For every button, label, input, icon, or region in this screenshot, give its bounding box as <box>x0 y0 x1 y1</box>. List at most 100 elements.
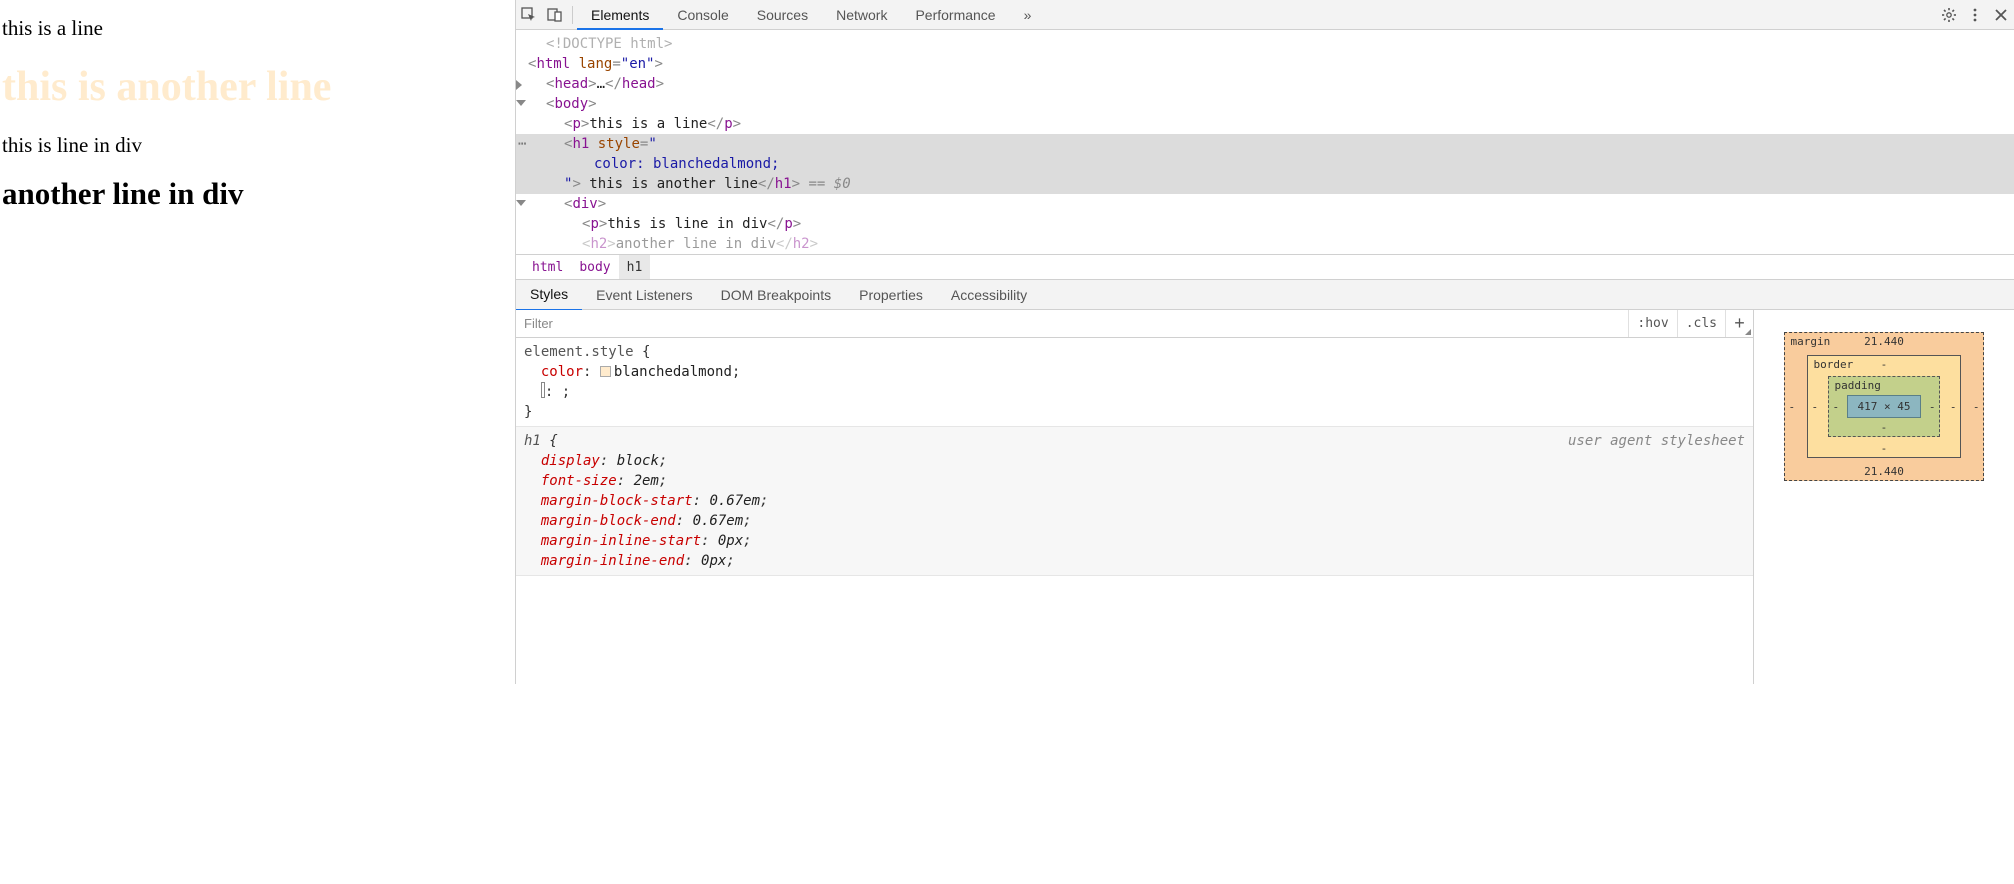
dom-h2-close: h2 <box>793 236 810 252</box>
selection-ellipsis-icon[interactable]: ⋯ <box>518 134 526 154</box>
dom-p2-text: this is line in div <box>607 216 767 232</box>
dom-body-tag: body <box>554 96 588 112</box>
bm-padding-label: padding <box>1835 379 1881 392</box>
dom-p2-row[interactable]: <p>this is line in div</p> <box>528 214 2014 234</box>
tab-console[interactable]: Console <box>663 0 742 30</box>
cls-toggle[interactable]: .cls <box>1677 310 1725 337</box>
dom-div-tag: div <box>572 196 597 212</box>
dom-html-attr: lang <box>579 56 613 72</box>
tab-sources[interactable]: Sources <box>743 0 822 30</box>
dom-p1-text: this is a line <box>589 116 707 132</box>
rule2-selector: h1 <box>524 433 541 449</box>
rule2-val1: 2em <box>634 473 659 489</box>
dom-head-row[interactable]: <head>…</head> <box>528 74 2014 94</box>
dom-p-close: p <box>724 116 732 132</box>
page-h2: another line in div <box>2 176 513 212</box>
box-model-content[interactable]: 417 × 45 <box>1847 395 1922 418</box>
gear-icon[interactable] <box>1936 0 1962 30</box>
dom-p2-close: p <box>784 216 792 232</box>
lower-split: :hov .cls + element.style { color: blanc… <box>516 310 2014 684</box>
dom-h1-text: this is another line <box>581 176 758 192</box>
bm-border-bottom: - <box>1881 442 1888 455</box>
rule1-prop[interactable]: color <box>541 364 583 380</box>
subtab-event-listeners[interactable]: Event Listeners <box>582 280 707 310</box>
rule2-prop4: margin-inline-start <box>541 533 701 549</box>
color-swatch-icon[interactable] <box>600 366 611 377</box>
rendered-page: this is a line this is another line this… <box>0 0 515 684</box>
styles-subtabs: Styles Event Listeners DOM Breakpoints P… <box>516 280 2014 310</box>
dom-h1-row-selected[interactable]: ⋯<h1 style=" <box>516 134 2014 154</box>
rule2-prop0: display <box>541 453 600 469</box>
rule2-prop1: font-size <box>541 473 617 489</box>
dom-p2-tag: p <box>590 216 598 232</box>
devtools-panel: Elements Console Sources Network Perform… <box>515 0 2014 684</box>
dom-h1-attr: style <box>598 136 640 152</box>
subtab-accessibility[interactable]: Accessibility <box>937 280 1041 310</box>
rule-user-agent-h1: user agent stylesheet h1 { display: bloc… <box>516 427 1753 576</box>
tab-elements[interactable]: Elements <box>577 0 663 30</box>
dom-p1-row[interactable]: <p>this is a line</p> <box>528 114 2014 134</box>
dom-h1-style-value: color: blanchedalmond; <box>594 156 779 172</box>
rule1-val[interactable]: blanchedalmond <box>614 364 732 380</box>
dom-h2-row[interactable]: <h2>another line in div</h2> <box>528 234 2014 254</box>
rule2-val0: block <box>617 453 659 469</box>
dom-div-row[interactable]: <div> <box>528 194 2014 214</box>
rule2-prop2: margin-block-start <box>541 493 693 509</box>
dom-head-ellipsis: … <box>597 76 605 92</box>
toolbar-separator <box>572 6 573 24</box>
styles-filterbar: :hov .cls + <box>516 310 1753 338</box>
breadcrumb: html body h1 <box>516 254 2014 280</box>
device-toggle-icon[interactable] <box>542 0 568 30</box>
page-p1: this is a line <box>2 16 513 41</box>
bm-border-top: - <box>1881 358 1888 371</box>
dom-p-tag: p <box>572 116 580 132</box>
close-icon[interactable] <box>1988 0 2014 30</box>
dom-h2-tag: h2 <box>590 236 607 252</box>
crumb-html[interactable]: html <box>524 255 571 279</box>
bm-padding-right: - <box>1929 400 1936 413</box>
dom-h1-tag: h1 <box>572 136 589 152</box>
page-h1: this is another line <box>2 63 513 111</box>
box-model-margin[interactable]: margin 21.440 21.440 - - border - - - - … <box>1784 332 1985 481</box>
subtab-properties[interactable]: Properties <box>845 280 937 310</box>
dom-html-tag: html <box>536 56 570 72</box>
inspect-icon[interactable] <box>516 0 542 30</box>
styles-filter-input[interactable] <box>516 310 1628 337</box>
devtools-toolbar: Elements Console Sources Network Perform… <box>516 0 2014 30</box>
rule1-selector: element.style <box>524 344 634 360</box>
dom-body-row[interactable]: <body> <box>528 94 2014 114</box>
bm-margin-bottom: 21.440 <box>1864 465 1904 478</box>
rule-element-style[interactable]: element.style { color: blanchedalmond; :… <box>516 338 1753 427</box>
bm-margin-top: 21.440 <box>1864 335 1904 348</box>
dom-h1-close: h1 <box>775 176 792 192</box>
bm-border-label: border <box>1814 358 1854 371</box>
dom-head-tag: head <box>554 76 588 92</box>
box-model-pane: margin 21.440 21.440 - - border - - - - … <box>1754 310 2014 684</box>
bm-margin-label: margin <box>1791 335 1831 348</box>
hov-toggle[interactable]: :hov <box>1628 310 1676 337</box>
rule2-val5: 0px <box>701 553 726 569</box>
box-model-padding[interactable]: padding - - - 417 × 45 <box>1828 376 1941 437</box>
tab-network[interactable]: Network <box>822 0 901 30</box>
tab-performance[interactable]: Performance <box>901 0 1009 30</box>
new-style-rule-button[interactable]: + <box>1725 310 1753 337</box>
crumb-h1[interactable]: h1 <box>619 255 651 279</box>
bm-border-left: - <box>1812 400 1819 413</box>
rule2-prop5: margin-inline-end <box>541 553 684 569</box>
dom-h2-text: another line in div <box>616 236 776 252</box>
elements-tree[interactable]: <!DOCTYPE html> <html lang="en"> <head>…… <box>516 30 2014 254</box>
dom-h1-close-row[interactable]: "> this is another line</h1> == $0 <box>516 174 2014 194</box>
crumb-body[interactable]: body <box>571 255 618 279</box>
devtools-tabs: Elements Console Sources Network Perform… <box>577 0 1045 30</box>
rule2-origin: user agent stylesheet <box>1568 431 1745 451</box>
subtab-dom-breakpoints[interactable]: DOM Breakpoints <box>707 280 845 310</box>
rule2-val2: 0.67em <box>709 493 760 509</box>
subtab-styles[interactable]: Styles <box>516 279 582 311</box>
dom-h1-style-line[interactable]: color: blanchedalmond; <box>516 154 2014 174</box>
rule2-val4: 0px <box>718 533 743 549</box>
box-model-border[interactable]: border - - - - padding - - - 417 × 45 <box>1807 355 1962 458</box>
bm-margin-left: - <box>1789 400 1796 413</box>
bm-padding-left: - <box>1833 400 1840 413</box>
tabs-overflow[interactable]: » <box>1010 0 1046 30</box>
kebab-icon[interactable] <box>1962 0 1988 30</box>
